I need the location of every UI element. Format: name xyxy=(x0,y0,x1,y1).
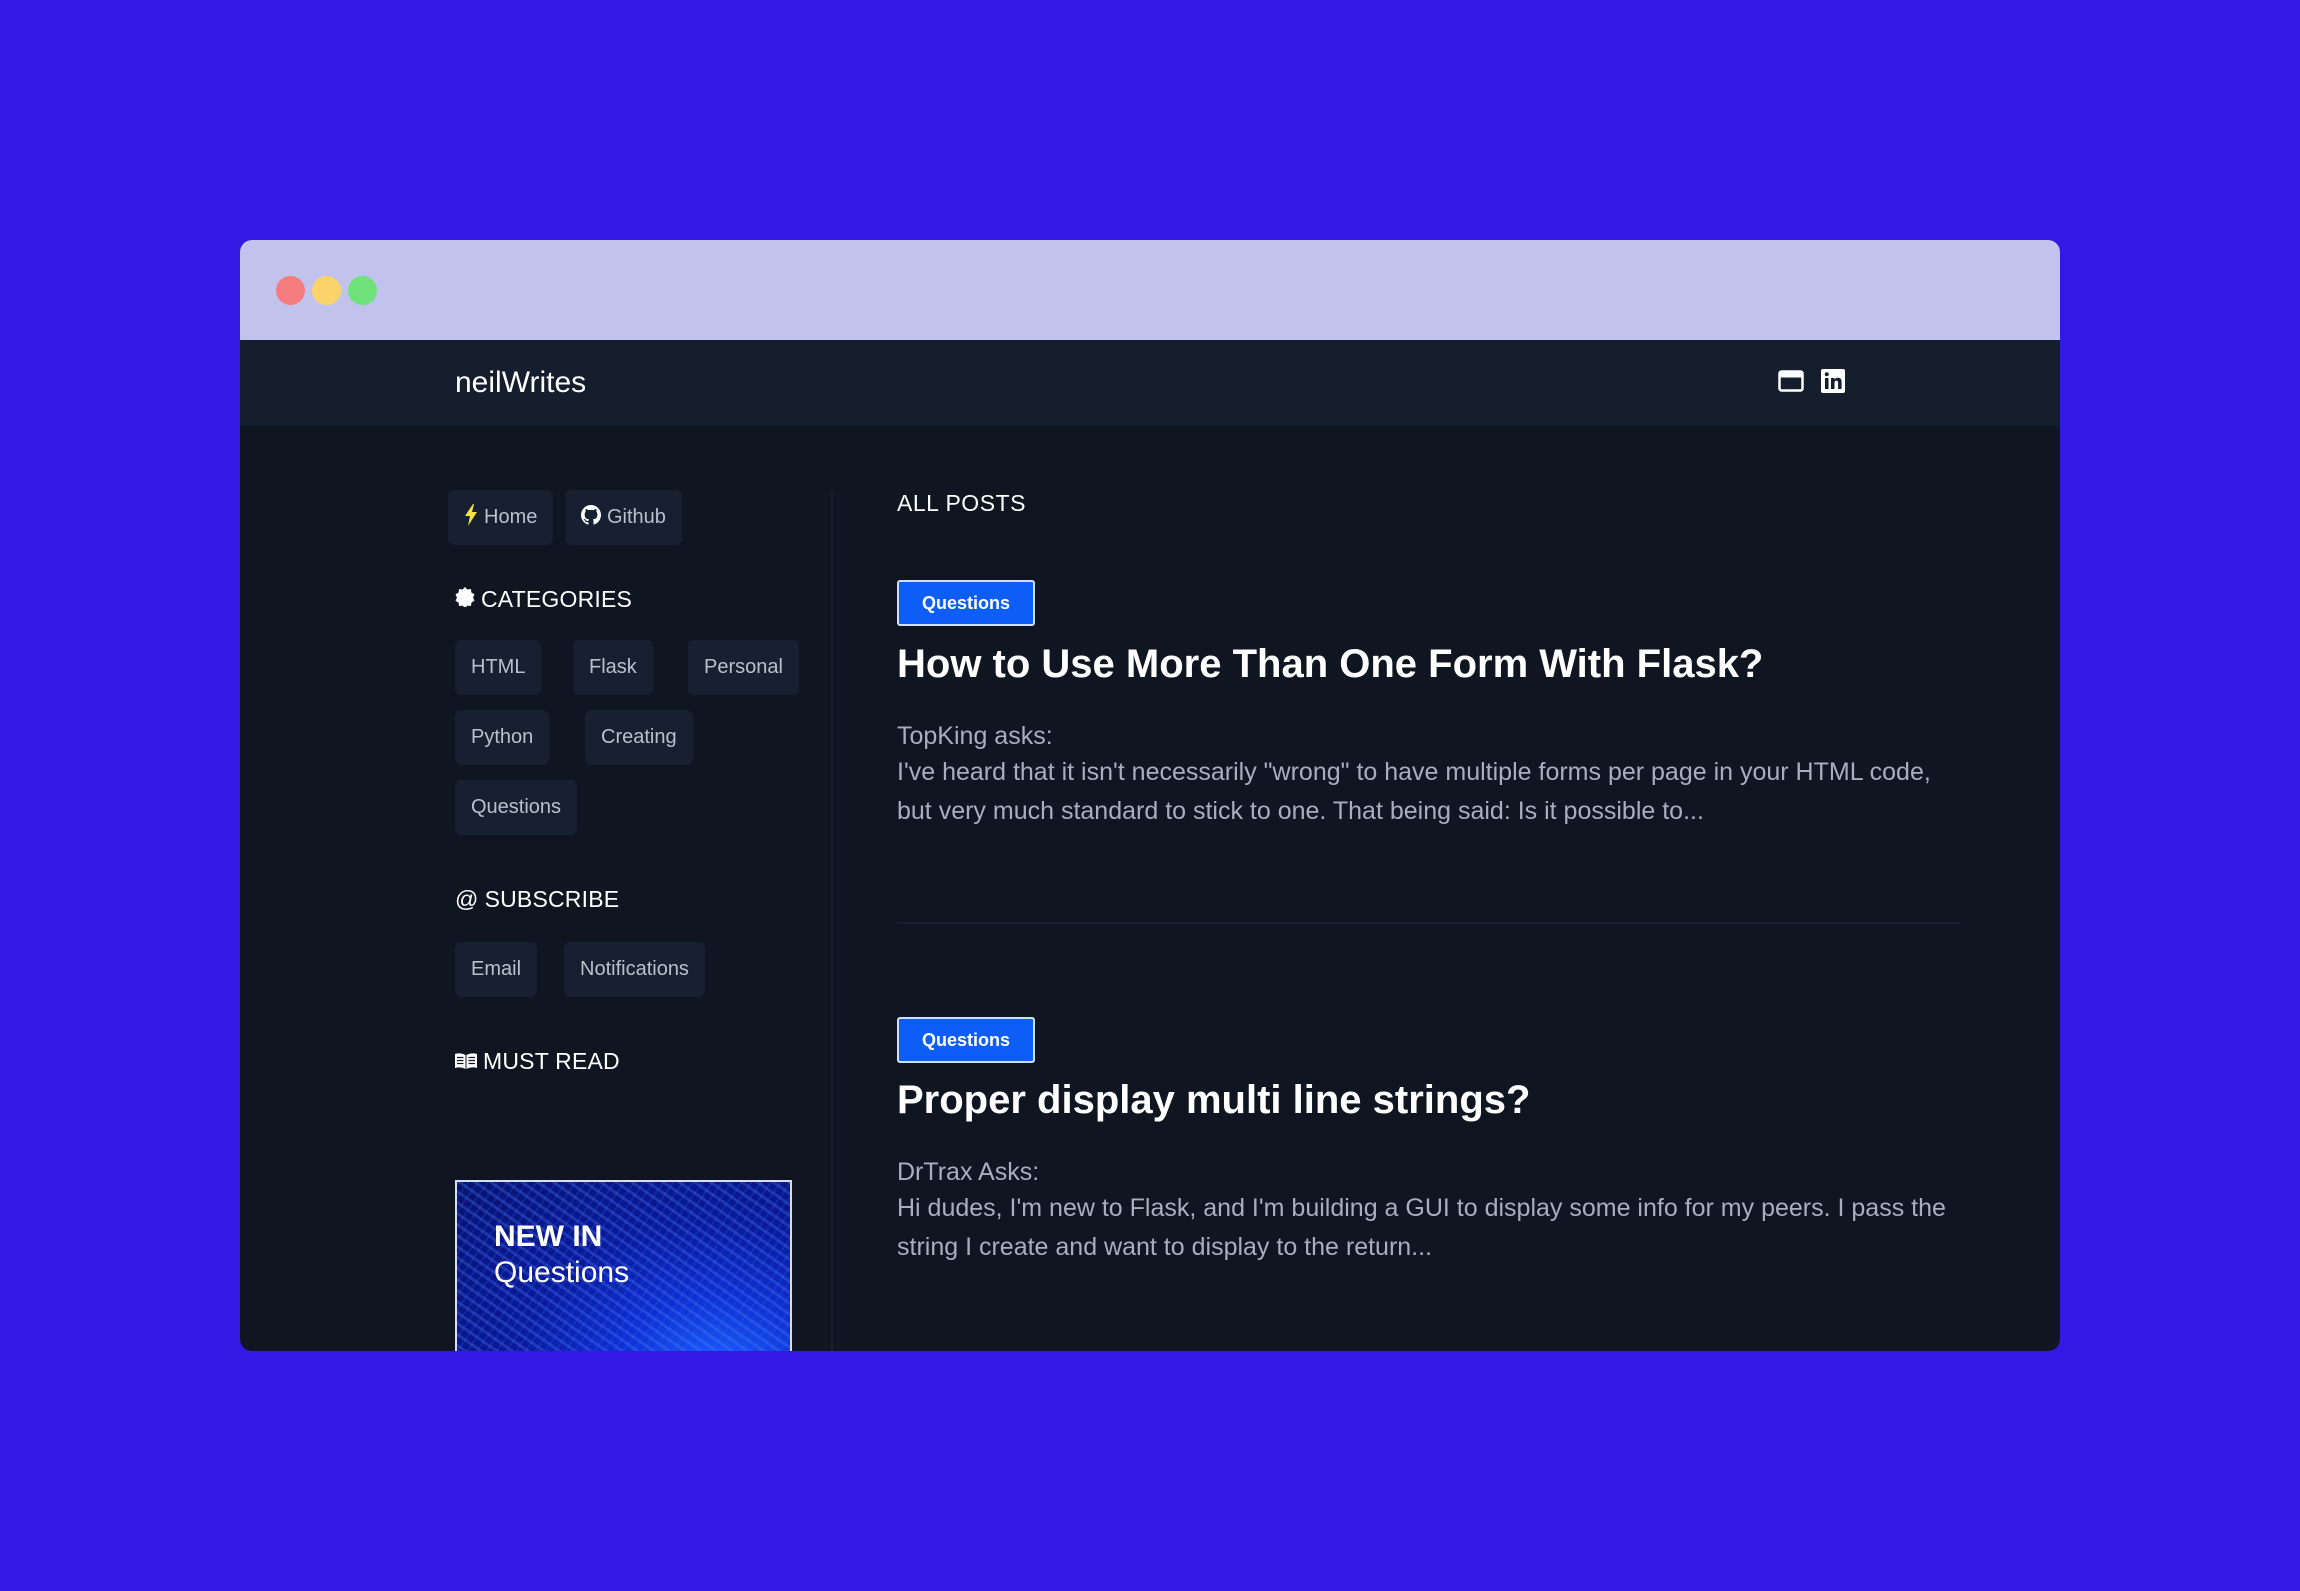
post-author: TopKing asks: xyxy=(897,722,1053,750)
badge-icon xyxy=(455,586,475,613)
site-navbar: neilWrites xyxy=(240,340,2060,426)
at-sign-icon: @ xyxy=(455,886,479,912)
category-chip[interactable]: Creating xyxy=(585,710,693,765)
category-chip[interactable]: Questions xyxy=(455,780,578,835)
must-read-heading: MUST READ xyxy=(455,1048,620,1075)
category-chip[interactable]: Flask xyxy=(573,640,653,695)
maximize-window-button[interactable] xyxy=(348,276,377,305)
lightning-icon xyxy=(464,503,478,532)
category-chip[interactable]: HTML xyxy=(455,640,542,695)
sidebar-link-label: Github xyxy=(607,506,666,528)
site-brand[interactable]: neilWrites xyxy=(455,366,586,400)
sidebar-link-home[interactable]: Home xyxy=(448,490,554,545)
browser-window-icon[interactable] xyxy=(1778,368,1804,394)
open-book-icon xyxy=(455,1048,477,1075)
card-title-line2: Questions xyxy=(494,1256,630,1289)
page-content: Home Github CATEGORIES HTML Flask Person… xyxy=(240,426,2060,1351)
category-chip[interactable]: Python xyxy=(455,710,550,765)
browser-window: neilWrites Home Github CATEGORIES HTML F… xyxy=(240,240,2060,1351)
close-window-button[interactable] xyxy=(276,276,305,305)
post-author: DrTrax Asks: xyxy=(897,1158,1040,1186)
subscribe-chip-email[interactable]: Email xyxy=(455,942,538,997)
card-title-line1: NEW IN xyxy=(494,1220,603,1253)
github-icon xyxy=(581,504,601,531)
must-read-title: MUST READ xyxy=(483,1048,620,1074)
subscribe-chip-notifications[interactable]: Notifications xyxy=(564,942,705,997)
categories-title: CATEGORIES xyxy=(481,586,633,612)
post-tag[interactable]: Questions xyxy=(897,580,1035,626)
subscribe-title: SUBSCRIBE xyxy=(484,886,620,912)
sidebar-divider xyxy=(831,490,833,1351)
post-title[interactable]: How to Use More Than One Form With Flask… xyxy=(897,642,1763,687)
window-titlebar xyxy=(240,240,2060,340)
post-title[interactable]: Proper display multi line strings? xyxy=(897,1078,1530,1123)
post-tag[interactable]: Questions xyxy=(897,1017,1035,1063)
minimize-window-button[interactable] xyxy=(312,276,341,305)
post-excerpt: Hi dudes, I'm new to Flask, and I'm buil… xyxy=(897,1194,1946,1261)
post-divider xyxy=(897,922,1960,924)
subscribe-heading: @ SUBSCRIBE xyxy=(455,886,619,913)
linkedin-icon[interactable] xyxy=(1820,368,1846,394)
sidebar-link-github[interactable]: Github xyxy=(565,490,682,545)
post-excerpt: I've heard that it isn't necessarily "wr… xyxy=(897,758,1931,825)
category-chip[interactable]: Personal xyxy=(688,640,799,695)
all-posts-heading: ALL POSTS xyxy=(897,490,1026,516)
sidebar-link-label: Home xyxy=(484,506,538,528)
categories-heading: CATEGORIES xyxy=(455,586,632,613)
must-read-card[interactable]: NEW IN Questions xyxy=(455,1180,792,1351)
